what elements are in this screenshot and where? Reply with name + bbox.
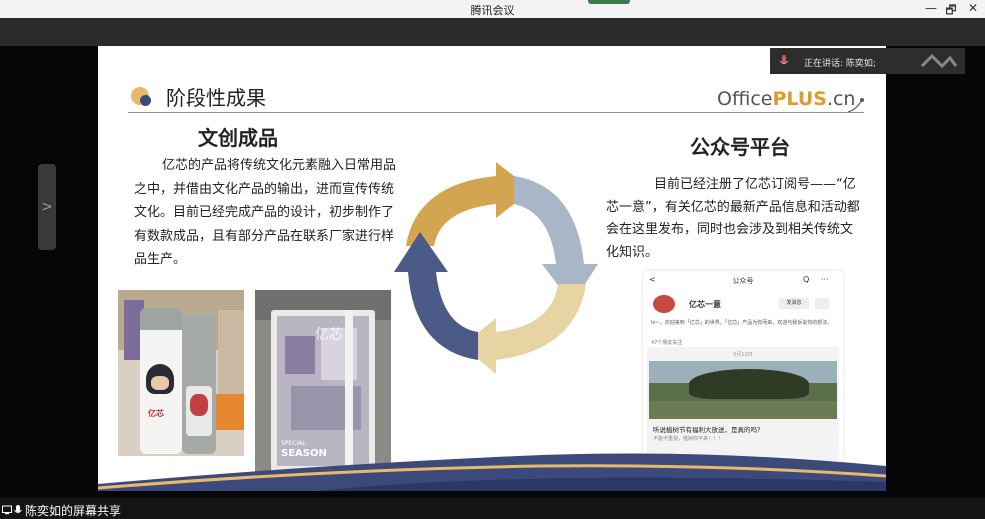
article-date: 5月12日 [733,352,753,358]
cycle-arrow-gold [406,162,532,246]
top-toolbar [0,18,985,46]
right-body: 目前已经注册了亿芯订阅号——“亿芯一意”，有关亿芯的最新产品信息和活动都会在这里… [606,177,860,260]
microphone-icon [780,55,788,64]
cycle-arrows-diagram [394,162,598,374]
right-heading: 公众号平台 [690,135,790,159]
bottom-bar [0,498,985,519]
account-name: 亿芯一意 [689,300,721,309]
title-dot-accent-icon [140,95,151,106]
left-body: 亿芯的产品将传统文化元素融入日常用品之中，并借由文化产品的输出，进而宣传传统文化… [134,158,397,267]
speaker-video-thumbnail [920,53,958,69]
cycle-arrow-sand [462,284,586,374]
phone-header-title: 公众号 [732,277,754,285]
notebook-logo-text: 亿芯 [315,327,343,343]
brand-logo: OfficePLUS.cn [717,88,856,110]
title-bar: 腾讯会议 — 🗗 ✕ [0,0,985,18]
screen-share-icon [2,505,12,515]
send-message-button: 发消息 [779,298,809,309]
window-title: 腾讯会议 [470,4,515,17]
microphone-icon [14,504,22,513]
left-heading: 文创成品 [198,126,278,150]
search-icon: Q [803,275,810,284]
speaking-label: 正在讲话: 陈奕如; [804,59,876,69]
share-owner-label: 陈奕如的屏幕共享 [25,503,122,518]
article-image [649,361,837,419]
close-button[interactable]: ✕ [966,1,980,15]
profile-icon [815,298,829,309]
bottle-logo-text: 亿芯 [148,409,164,418]
slide-footer-decoration [98,453,886,491]
more-icon: ··· [821,275,829,284]
speaking-indicator: 正在讲话: 陈奕如; [770,48,965,74]
screen-share-label[interactable]: 陈奕如的屏幕共享 [2,502,122,518]
slide-title: 阶段性成果 [166,86,266,110]
cycle-arrow-navy [394,232,478,360]
followers-count: 47个朋友关注 [651,340,683,346]
title-divider [128,112,864,113]
account-avatar [653,295,675,313]
shared-slide: 阶段性成果 OfficePLUS.cn 文创成品 亿芯的产品将传统文化元素融入日… [98,46,886,491]
account-intro: hi~，欢迎来到「亿芯」的世界。「亿芯」产品为你而来，欢迎与我诉说你的想法。 [651,320,833,326]
expand-sidebar-button[interactable]: > [38,164,56,250]
minimize-button[interactable]: — [924,1,938,15]
